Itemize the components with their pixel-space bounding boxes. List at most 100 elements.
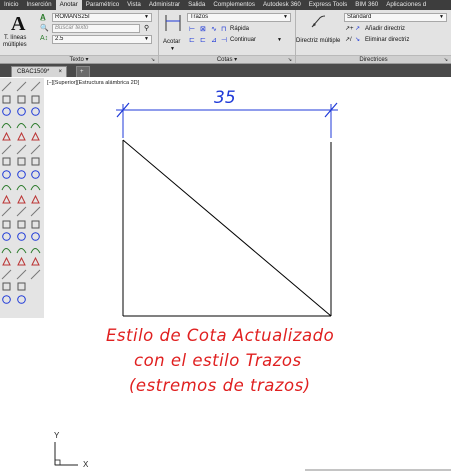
triangle-icon[interactable] <box>30 106 41 117</box>
erase-icon[interactable] <box>16 81 27 92</box>
dimension-icon <box>165 15 181 31</box>
blend-icon[interactable] <box>16 281 27 292</box>
menu-tab-param-trico[interactable]: Paramétrico <box>82 0 123 10</box>
menu-tab-inicio[interactable]: Inicio <box>0 0 22 10</box>
region-icon[interactable] <box>1 244 12 255</box>
menu-tab-bim-360[interactable]: BIM 360 <box>351 0 382 10</box>
inspect-dim-icon[interactable]: ⊏ <box>200 36 206 44</box>
break-icon[interactable] <box>16 219 27 230</box>
move-cross-icon[interactable] <box>30 131 41 142</box>
layer-icon[interactable] <box>16 294 27 305</box>
spline-icon[interactable] <box>1 156 12 167</box>
block-icon[interactable] <box>1 194 12 205</box>
paint-icon[interactable] <box>30 156 41 167</box>
chamfer-icon[interactable] <box>16 244 27 255</box>
menu-tab-vista[interactable]: Vista <box>123 0 145 10</box>
linear-dim-icon[interactable]: ⊢ <box>189 25 195 33</box>
measure-icon[interactable] <box>30 206 41 217</box>
dialog-launcher-icon[interactable]: ↘ <box>444 56 448 63</box>
directrices-panel-title[interactable]: Directrices ↘ <box>296 55 451 63</box>
copy-icon[interactable] <box>16 94 27 105</box>
text-a-icon[interactable] <box>1 281 12 292</box>
explode-icon[interactable] <box>16 269 27 280</box>
line-icon[interactable] <box>1 81 12 92</box>
menu-tab-complementos[interactable]: Complementos <box>209 0 259 10</box>
multiline-text-button[interactable]: A T. líneas múltiples <box>3 13 35 51</box>
ucs-y-label: Y <box>54 431 60 440</box>
chevron-down-icon[interactable]: ▼ <box>277 37 282 43</box>
mtext-icon[interactable] <box>1 269 12 280</box>
fillet-icon[interactable] <box>16 256 27 267</box>
multileader-style-select[interactable]: Standard ▼ <box>344 13 447 22</box>
cloud-icon[interactable] <box>30 231 41 242</box>
stretch-icon[interactable] <box>16 181 27 192</box>
rect-tool-icon[interactable] <box>30 219 41 230</box>
gradient-icon[interactable] <box>1 231 12 242</box>
mirror-icon[interactable] <box>16 106 27 117</box>
texto-panel-title[interactable]: Texto ▾ ↘ <box>0 55 158 63</box>
point-icon[interactable] <box>1 206 12 217</box>
pan-icon[interactable] <box>30 169 41 180</box>
remove-leader-icon: ↘ <box>355 37 361 43</box>
dimension-style-select[interactable]: Trazos ▼ <box>187 13 291 22</box>
aligned-dim-icon[interactable]: ⊠ <box>200 25 206 33</box>
hatch-icon[interactable] <box>1 219 12 230</box>
array-icon[interactable] <box>16 131 27 142</box>
ellipse-arc-icon[interactable] <box>1 181 12 192</box>
multiline-text-label-2: múltiples <box>3 42 27 48</box>
file-tab-cbac1509[interactable]: CBAC1509* × <box>11 66 67 77</box>
table-icon[interactable] <box>1 256 12 267</box>
extend-icon[interactable] <box>16 206 27 217</box>
dialog-launcher-icon[interactable]: ↘ <box>288 56 292 63</box>
find-replace-icon[interactable]: ⚲ <box>144 24 149 32</box>
circle-icon[interactable] <box>1 119 12 130</box>
menu-tab-express-tools[interactable]: Express Tools <box>305 0 351 10</box>
text-height-select[interactable]: 2.5 ▼ <box>52 35 152 44</box>
polygon-icon[interactable] <box>1 144 12 155</box>
acotar-button[interactable]: Acotar ▼ <box>161 13 185 53</box>
search-text-input[interactable]: Buscar texto <box>52 24 140 33</box>
gear-icon[interactable] <box>30 269 41 280</box>
curve-icon[interactable] <box>30 256 41 267</box>
polyline-icon[interactable] <box>1 94 12 105</box>
dialog-launcher-icon[interactable]: ↘ <box>151 56 155 63</box>
orbit-icon[interactable] <box>30 194 41 205</box>
trim-icon[interactable] <box>16 194 27 205</box>
oblique-dim-icon[interactable]: ⊿ <box>211 36 217 44</box>
pencil-icon[interactable] <box>30 81 41 92</box>
close-icon[interactable]: × <box>58 67 62 77</box>
circle-tool-icon[interactable] <box>30 144 41 155</box>
cotas-panel-title[interactable]: Cotas ▾ ↘ <box>159 55 295 63</box>
wipeout-icon[interactable] <box>30 244 41 255</box>
quick-dim-button[interactable]: Rápida <box>230 26 249 32</box>
continue-dim-button[interactable]: Continuar <box>230 37 256 43</box>
rotate-icon[interactable] <box>16 156 27 167</box>
multileader-button[interactable]: Directriz múltiple <box>296 13 342 53</box>
drawing-canvas[interactable] <box>44 78 451 473</box>
text-style-select[interactable]: ROMANS25I ▼ <box>52 13 152 22</box>
move-icon[interactable] <box>16 144 27 155</box>
add-leader-button[interactable]: Añadir directriz <box>365 26 405 32</box>
rectangle-icon[interactable] <box>1 131 12 142</box>
offset-icon[interactable] <box>16 119 27 130</box>
menu-tab-autodesk-360[interactable]: Autodesk 360 <box>259 0 305 10</box>
join-icon[interactable] <box>16 231 27 242</box>
menu-tab-aplicaciones-d[interactable]: Aplicaciones d <box>382 0 430 10</box>
menu-tab-salida[interactable]: Salida <box>184 0 209 10</box>
fill-icon[interactable] <box>30 94 41 105</box>
arc-icon[interactable] <box>1 106 12 117</box>
cotas-panel-title-label: Cotas <box>216 57 233 63</box>
ellipse-icon[interactable] <box>1 169 12 180</box>
adjust-space-icon[interactable]: ⊏ <box>189 36 195 44</box>
texto-panel-title-label: Texto <box>69 57 84 63</box>
menu-tab-inserci-n[interactable]: Inserción <box>22 0 55 10</box>
add-selected-icon[interactable] <box>1 294 12 305</box>
scale-icon[interactable] <box>16 169 27 180</box>
dim-linear-icon[interactable] <box>30 119 41 130</box>
remove-leader-button[interactable]: Eliminar directriz <box>365 37 409 43</box>
new-tab-button[interactable]: + <box>76 66 90 77</box>
menu-tab-administrar[interactable]: Administrar <box>145 0 184 10</box>
zoom-icon[interactable] <box>30 181 41 192</box>
break-dim-icon[interactable]: ∿ <box>211 25 217 33</box>
menu-tab-anotar[interactable]: Anotar <box>55 0 82 10</box>
